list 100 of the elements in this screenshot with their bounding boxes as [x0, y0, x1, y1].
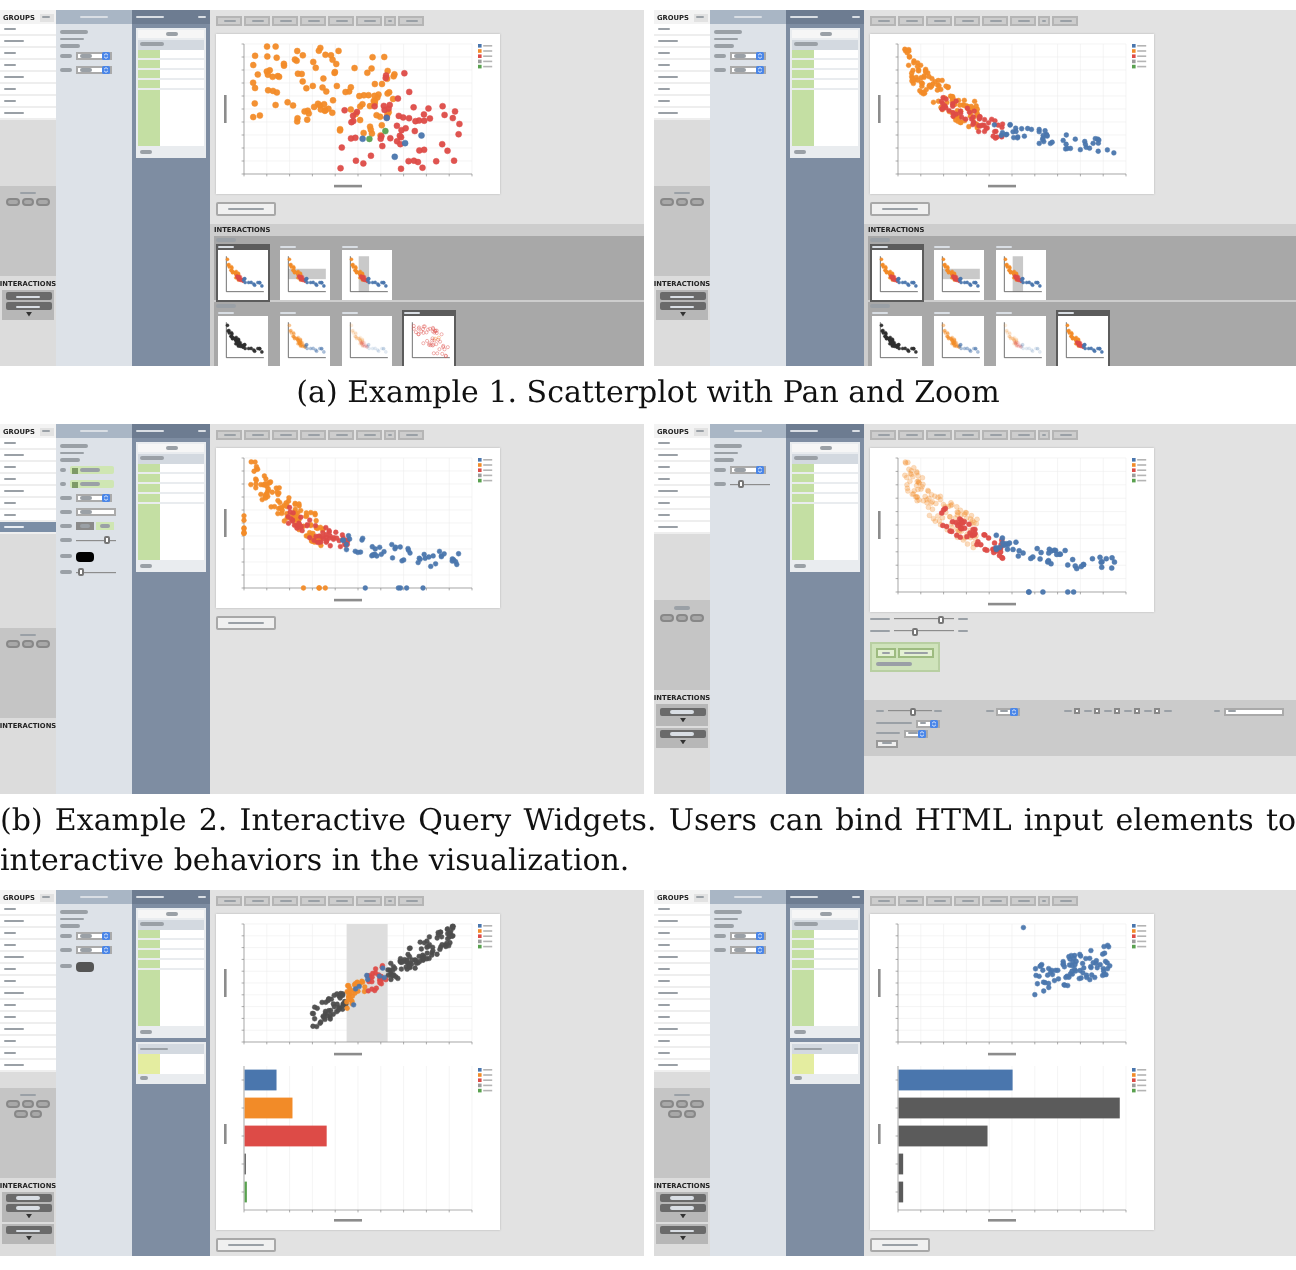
dropdown-arrow-icon[interactable] — [756, 946, 764, 954]
toolbar-button[interactable] — [1010, 430, 1036, 440]
interaction-button[interactable] — [659, 1204, 705, 1213]
query-button[interactable] — [876, 648, 896, 658]
toolbar-button[interactable] — [216, 430, 242, 440]
slider-track[interactable] — [76, 536, 116, 544]
interaction-thumbnail[interactable] — [870, 243, 924, 302]
interaction-button[interactable] — [659, 1194, 705, 1203]
select-field[interactable] — [915, 719, 939, 727]
select-field[interactable] — [730, 466, 766, 474]
select-field[interactable] — [76, 946, 112, 954]
interaction-thumbnail[interactable] — [216, 243, 270, 302]
field-token[interactable] — [70, 479, 114, 489]
interaction-thumbnail[interactable] — [216, 309, 270, 366]
interaction-button[interactable] — [659, 292, 705, 301]
toolbar-button[interactable] — [898, 896, 924, 906]
interaction-button[interactable] — [659, 1226, 705, 1235]
slider-thumb[interactable] — [937, 615, 944, 623]
dropdown-arrow-icon[interactable] — [929, 719, 937, 727]
dropdown-arrow-icon[interactable] — [102, 494, 110, 502]
dropdown-arrow-icon[interactable] — [756, 66, 764, 74]
select-field[interactable] — [730, 946, 766, 954]
toolbar-button[interactable] — [1052, 896, 1078, 906]
slider-thumb[interactable] — [103, 536, 110, 544]
toolbar-button[interactable] — [1010, 896, 1036, 906]
select-field[interactable] — [730, 66, 766, 74]
slider-track[interactable] — [894, 627, 954, 635]
interaction-button[interactable] — [659, 707, 705, 716]
new-group-button[interactable] — [693, 427, 707, 435]
interaction-thumbnail[interactable] — [1056, 309, 1110, 366]
toolbar-button[interactable] — [954, 896, 980, 906]
dropdown-arrow-icon[interactable] — [102, 946, 110, 954]
select-field[interactable] — [76, 52, 112, 60]
toolbar-button[interactable] — [356, 430, 382, 440]
toolbar-button[interactable] — [398, 430, 424, 440]
layer-list-item[interactable] — [0, 522, 56, 534]
toolbar-button[interactable] — [982, 430, 1008, 440]
interaction-button[interactable] — [5, 1226, 51, 1235]
toolbar-button[interactable] — [398, 16, 424, 26]
interaction-thumbnail[interactable] — [870, 309, 924, 366]
new-group-button[interactable] — [39, 427, 53, 435]
toolbar-button[interactable] — [216, 896, 242, 906]
dropdown-arrow-icon[interactable] — [102, 52, 110, 60]
interaction-thumbnail[interactable] — [340, 243, 394, 302]
toolbar-button[interactable] — [1038, 430, 1050, 440]
toolbar-button[interactable] — [982, 896, 1008, 906]
toolbar-button[interactable] — [272, 896, 298, 906]
toolbar-button[interactable] — [244, 430, 270, 440]
slider-thumb[interactable] — [78, 568, 85, 576]
toolbar-button[interactable] — [898, 430, 924, 440]
toolbar-button[interactable] — [1038, 896, 1050, 906]
interaction-button[interactable] — [5, 1194, 51, 1203]
toolbar-button[interactable] — [926, 896, 952, 906]
dropdown-arrow-icon[interactable] — [1010, 707, 1019, 715]
toolbar-button[interactable] — [1010, 16, 1036, 26]
dropdown-arrow-icon[interactable] — [917, 729, 925, 737]
slider-track[interactable] — [894, 615, 954, 623]
toolbar-button[interactable] — [870, 430, 896, 440]
checkbox[interactable] — [1114, 708, 1121, 714]
new-group-button[interactable] — [39, 893, 53, 901]
interaction-button[interactable] — [5, 1204, 51, 1213]
interaction-thumbnail[interactable] — [340, 309, 394, 366]
export-button[interactable] — [216, 202, 276, 216]
checkbox[interactable] — [1094, 708, 1101, 714]
select-field[interactable] — [76, 66, 112, 74]
dropdown-arrow-icon[interactable] — [756, 52, 764, 60]
toolbar-button[interactable] — [244, 16, 270, 26]
toolbar-button[interactable] — [216, 16, 242, 26]
checkbox[interactable] — [1074, 708, 1081, 714]
toolbar-button[interactable] — [1038, 16, 1050, 26]
toolbar-button[interactable] — [328, 430, 354, 440]
color-swatch-icon[interactable] — [76, 961, 94, 971]
toggle-option[interactable] — [95, 522, 113, 530]
interaction-thumbnail[interactable] — [278, 309, 332, 366]
interaction-thumbnail[interactable] — [402, 309, 456, 366]
interaction-thumbnail[interactable] — [932, 243, 986, 302]
select-field[interactable] — [730, 932, 766, 940]
toolbar-button[interactable] — [300, 430, 326, 440]
dropdown-arrow-icon[interactable] — [756, 932, 764, 940]
slider-track[interactable] — [730, 480, 770, 488]
new-group-button[interactable] — [39, 13, 53, 21]
color-swatch-icon[interactable] — [76, 551, 94, 561]
interaction-thumbnail[interactable] — [994, 243, 1048, 302]
export-button[interactable] — [870, 202, 930, 216]
slider-thumb[interactable] — [912, 627, 919, 635]
toolbar-button[interactable] — [300, 16, 326, 26]
field-token[interactable] — [70, 465, 114, 475]
toolbar-button[interactable] — [870, 16, 896, 26]
checkbox[interactable] — [1134, 708, 1141, 714]
toolbar-button[interactable] — [356, 896, 382, 906]
dropdown-arrow-icon[interactable] — [102, 932, 110, 940]
toolbar-button[interactable] — [384, 16, 396, 26]
input-field[interactable] — [76, 508, 116, 516]
toolbar-button[interactable] — [954, 16, 980, 26]
export-button[interactable] — [216, 1238, 276, 1252]
select-field[interactable] — [730, 52, 766, 60]
toolbar-button[interactable] — [272, 16, 298, 26]
toolbar-button[interactable] — [982, 16, 1008, 26]
export-button[interactable] — [216, 616, 276, 630]
toolbar-button[interactable] — [398, 896, 424, 906]
